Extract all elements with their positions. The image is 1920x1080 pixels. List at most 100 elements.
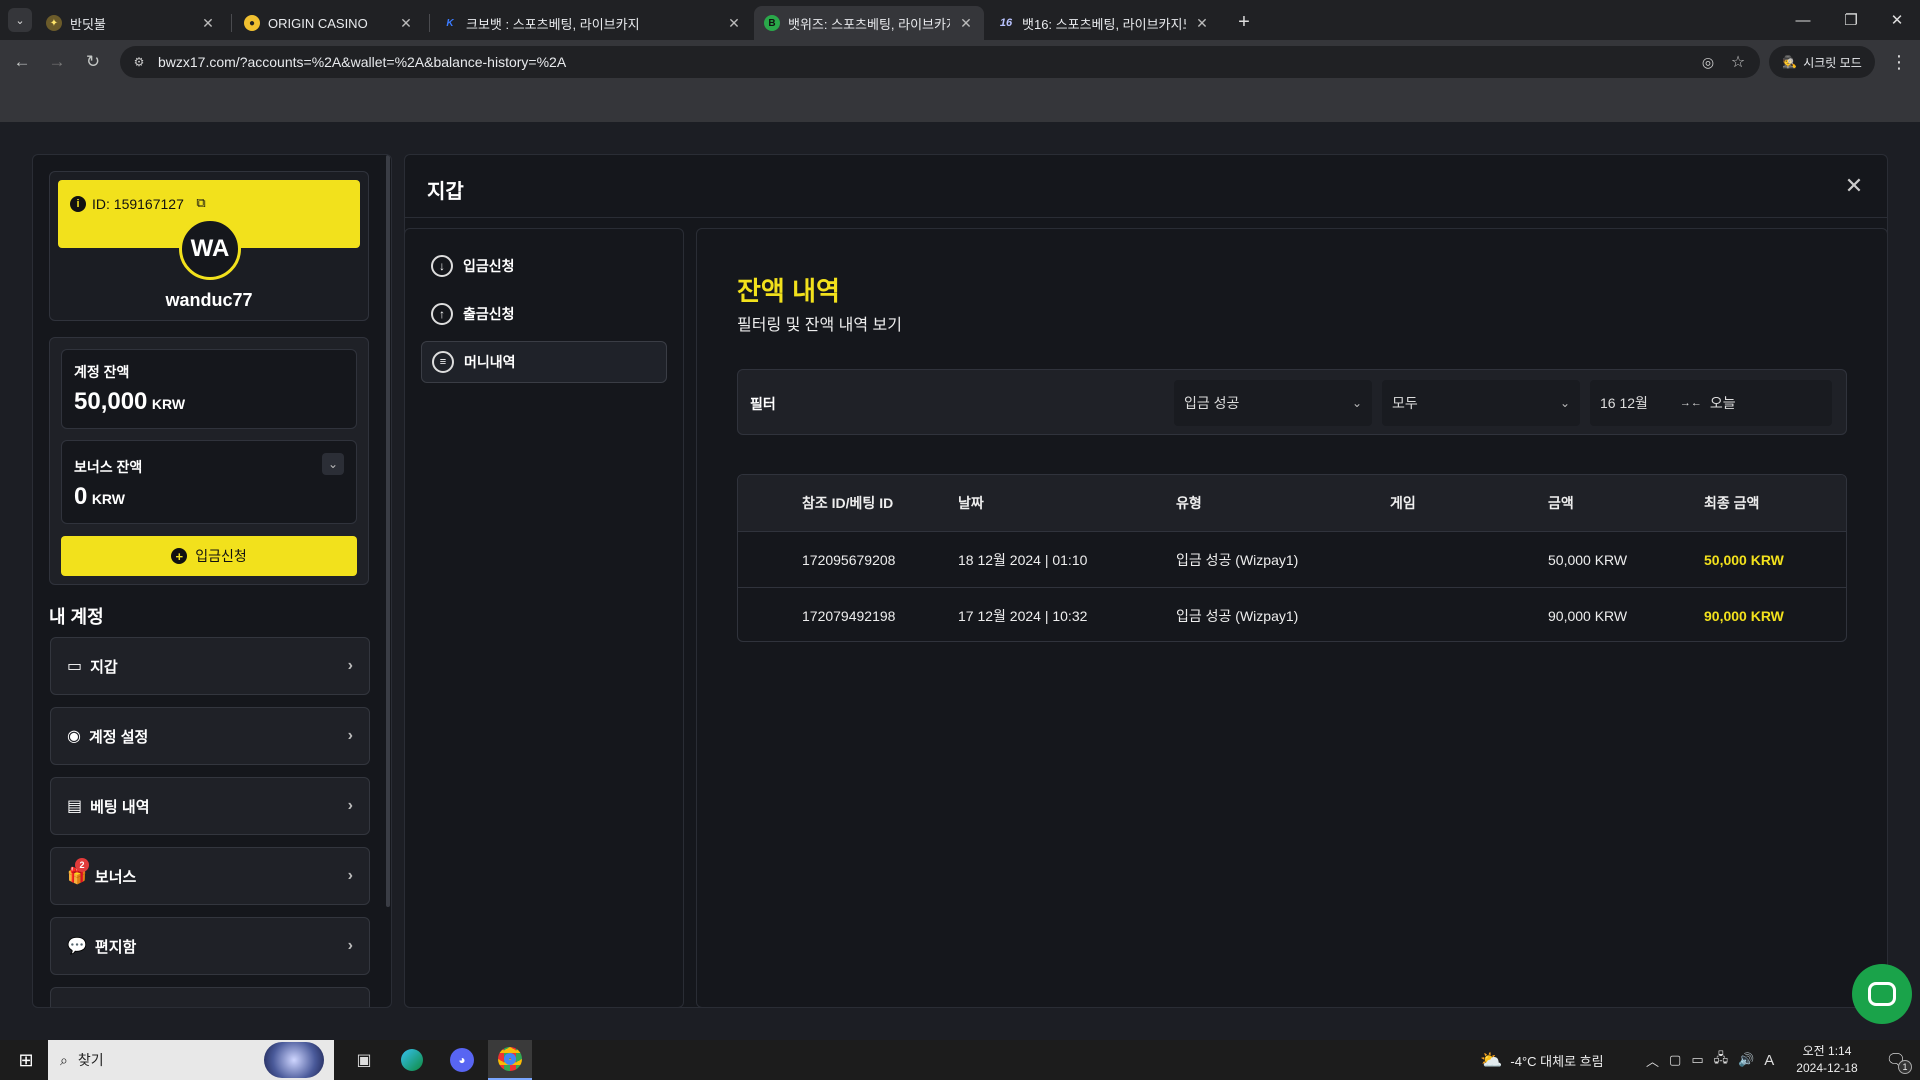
new-tab-icon[interactable]: +	[1232, 10, 1256, 34]
subnav-withdraw[interactable]: ↑ 출금신청	[421, 293, 667, 335]
tray-app-icon[interactable]: ▢	[1669, 1052, 1681, 1068]
my-account-heading: 내 계정	[49, 607, 104, 627]
deposit-button[interactable]: + 입금신청	[61, 536, 357, 576]
close-icon[interactable]: ✕	[200, 15, 216, 32]
table-row: 172079492198 17 12월 2024 | 10:32 입금 성공 (…	[738, 587, 1846, 641]
deposit-button-label: 입금신청	[195, 548, 247, 564]
chevron-right-icon: ›	[347, 867, 353, 884]
subnav-deposit[interactable]: ↓ 입금신청	[421, 245, 667, 287]
menu-item-wallet[interactable]: ▭ 지갑 ›	[50, 637, 370, 695]
tab-5[interactable]: 16 뱃16: 스포츠베팅, 라이브카지노 ✕	[988, 6, 1220, 40]
eye-off-icon[interactable]: ◎	[1698, 52, 1718, 72]
wallet-subnav: ↓ 입금신청 ↑ 출금신청 ≡ 머니내역	[404, 228, 684, 1008]
bonus-balance-value: 0 KRW	[74, 483, 125, 511]
live-chat-button[interactable]	[1852, 964, 1912, 1024]
menu-item-label: 계정 설정	[88, 728, 149, 746]
address-bar[interactable]: ⚙ bwzx17.com/?accounts=%2A&wallet=%2A&ba…	[120, 46, 1760, 78]
tab-search-button[interactable]: ⌄	[8, 8, 32, 32]
ime-indicator[interactable]: A	[1764, 1052, 1774, 1069]
task-view-icon[interactable]: ▣	[344, 1040, 384, 1080]
star-icon[interactable]: ☆	[1728, 52, 1748, 72]
chevron-up-icon[interactable]: ︿	[1646, 1051, 1659, 1070]
subnav-label: 입금신청	[463, 258, 515, 274]
type-select[interactable]: 모두 ⌄	[1382, 380, 1580, 426]
chrome-icon[interactable]	[488, 1040, 532, 1080]
window-close-icon[interactable]: ✕	[1874, 0, 1920, 40]
menu-item-partial[interactable]	[50, 987, 370, 1007]
status-select[interactable]: 입금 성공 ⌄	[1174, 380, 1372, 426]
chevron-down-icon: ⌄	[1559, 396, 1570, 410]
type-select-value: 모두	[1392, 395, 1418, 411]
wallet-title: 지갑	[427, 181, 464, 203]
chevron-right-icon: ›	[347, 657, 353, 674]
close-icon[interactable]: ✕	[726, 15, 742, 32]
chat-icon	[1868, 982, 1896, 1006]
windows-start-icon[interactable]: ⊞	[6, 1040, 46, 1080]
menu-item-bonus[interactable]: 🎁 2 보너스 ›	[50, 847, 370, 905]
profile-card: i ID: 159167127 ⧉ WA wanduc77	[49, 171, 369, 321]
display-icon[interactable]: ▭	[1691, 1052, 1703, 1068]
tab-2[interactable]: ● ORIGIN CASINO ✕	[234, 6, 424, 40]
account-balance-amount: 50,000	[74, 388, 148, 415]
windows-taskbar: ⊞ ⌕ 찾기 ▣ ◕ ⛅ -4°C 대체로 흐림 ︿ ▢ ▭ 🖧 🔊 A 오전 …	[0, 1040, 1920, 1080]
discord-icon[interactable]: ◕	[442, 1040, 482, 1080]
username: wanduc77	[165, 290, 253, 310]
clock[interactable]: 오전 1:14 2024-12-18	[1782, 1043, 1872, 1077]
reload-icon[interactable]: ↻	[81, 50, 105, 74]
network-icon[interactable]: 🖧	[1714, 1049, 1729, 1071]
wallet-icon: ▭	[67, 658, 83, 675]
menu-item-inbox[interactable]: 💬 편지함 ›	[50, 917, 370, 975]
receipt-icon: ▤	[67, 798, 83, 815]
tab-title: 뱃16: 스포츠베팅, 라이브카지노	[1022, 16, 1186, 32]
volume-icon[interactable]: 🔊	[1738, 1052, 1754, 1068]
k-icon: K	[446, 17, 454, 29]
close-icon[interactable]: ✕	[398, 15, 414, 32]
incognito-button[interactable]: 🕵 시크릿 모드	[1769, 46, 1875, 78]
minimize-icon[interactable]: —	[1780, 0, 1826, 40]
menu-icon[interactable]: ⋮	[1888, 50, 1910, 74]
chevron-down-icon[interactable]: ⌄	[322, 453, 344, 475]
url-text[interactable]: bwzx17.com/?accounts=%2A&wallet=%2A&bala…	[158, 54, 566, 70]
origin-icon: ●	[244, 15, 260, 31]
notification-center-icon[interactable]: 🗨 1	[1878, 1040, 1914, 1080]
tab-3[interactable]: K 크보뱃 : 스포츠베팅, 라이브카지 ✕	[432, 6, 752, 40]
filter-label: 필터	[750, 396, 776, 412]
avatar: WA	[179, 218, 241, 280]
menu-item-label: 보너스	[94, 868, 137, 886]
menu-item-bet-history[interactable]: ▤ 베팅 내역 ›	[50, 777, 370, 835]
edge-icon[interactable]	[392, 1040, 432, 1080]
back-icon[interactable]: ←	[10, 50, 34, 74]
close-icon[interactable]: ✕	[958, 15, 974, 32]
menu-item-label: 지갑	[90, 658, 118, 676]
tab-4-active[interactable]: B 뱃위즈: 스포츠베팅, 라이브카지 ✕	[754, 6, 984, 40]
menu-item-account-settings[interactable]: ◉ 계정 설정 ›	[50, 707, 370, 765]
incognito-icon: 🕵	[1782, 55, 1798, 69]
balance-section: 계정 잔액 50,000 KRW 보너스 잔액 ⌄ 0 KRW + 입금신청	[49, 337, 369, 585]
date-range-picker[interactable]: 16 12월 →← 오늘	[1590, 380, 1832, 426]
sidebar-scrollbar[interactable]	[386, 155, 390, 907]
forward-icon[interactable]: →	[45, 50, 69, 74]
site-info-icon[interactable]: ⚙	[130, 53, 148, 71]
download-icon: ↓	[431, 255, 453, 277]
weather-widget[interactable]: ⛅ -4°C 대체로 흐림	[1480, 1040, 1604, 1080]
system-tray: ︿ ▢ ▭ 🖧 🔊 A	[1646, 1040, 1774, 1080]
account-sidebar: i ID: 159167127 ⧉ WA wanduc77 계정 잔액 50,0…	[32, 154, 392, 1008]
section-subtitle: 필터링 및 잔액 내역 보기	[737, 317, 902, 334]
subnav-label: 머니내역	[464, 354, 516, 370]
close-icon[interactable]: ✕	[1194, 15, 1210, 32]
document-icon: ≡	[432, 351, 454, 373]
tab-bar: ⌄ ✦ 반딧불 ✕ ● ORIGIN CASINO ✕ K 크보뱃 : 스포츠베…	[0, 0, 1920, 40]
restore-icon[interactable]: ❐	[1828, 0, 1874, 40]
cell-date: 17 12월 2024 | 10:32	[958, 608, 1088, 624]
close-icon[interactable]: ✕	[1841, 173, 1867, 199]
subnav-label: 출금신청	[463, 306, 515, 322]
tab-1[interactable]: ✦ 반딧불 ✕	[36, 6, 226, 40]
copy-icon[interactable]: ⧉	[192, 194, 210, 212]
subnav-money-history[interactable]: ≡ 머니내역	[421, 341, 667, 383]
taskbar-search[interactable]: ⌕ 찾기	[48, 1040, 334, 1080]
search-highlight-image	[264, 1042, 324, 1078]
account-balance-card: 계정 잔액 50,000 KRW	[61, 349, 357, 429]
cell-type: 입금 성공 (Wizpay1)	[1176, 552, 1299, 568]
bonus-balance-card: 보너스 잔액 ⌄ 0 KRW	[61, 440, 357, 524]
search-icon: ⌕	[60, 1051, 68, 1068]
